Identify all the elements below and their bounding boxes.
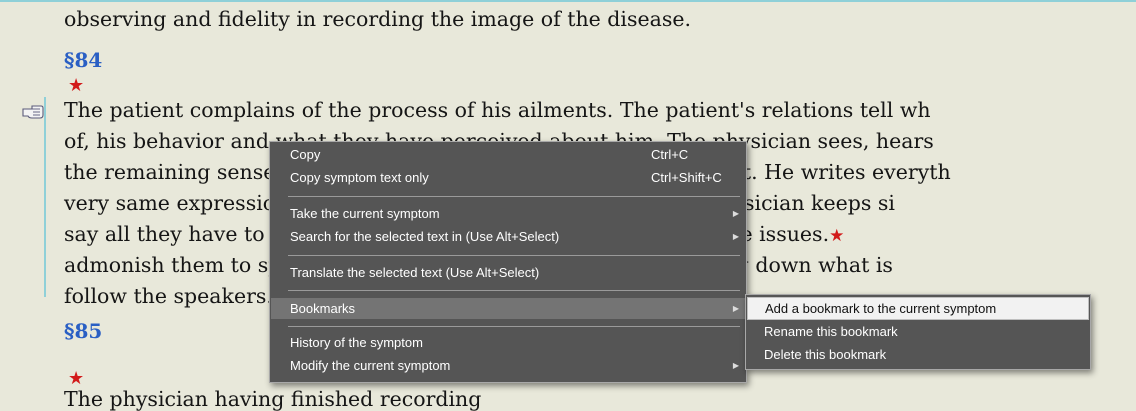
section-heading-85[interactable]: §85 — [64, 319, 102, 343]
text-line: observing and fidelity in recording the … — [64, 7, 692, 31]
menu-item-copy[interactable]: Copy Ctrl+C — [271, 144, 745, 165]
top-border — [0, 0, 1136, 2]
menu-item-take-current-symptom[interactable]: Take the current symptom ▶ — [271, 203, 745, 224]
text-line-partial: The physician having finished recording — [64, 387, 482, 411]
star-icon[interactable]: ★ — [829, 226, 844, 246]
menu-item-label: History of the symptom — [290, 335, 423, 350]
menu-separator — [288, 326, 740, 327]
menu-item-label: Search for the selected text in (Use Alt… — [290, 229, 560, 244]
submenu-arrow-icon: ▶ — [732, 209, 739, 218]
submenu-arrow-icon: ▶ — [732, 361, 739, 370]
submenu-item-label: Add a bookmark to the current symptom — [765, 301, 997, 316]
menu-item-label: Take the current symptom — [290, 206, 440, 221]
menu-item-label: Modify the current symptom — [290, 358, 451, 373]
menu-item-label: Copy — [290, 147, 321, 162]
text-line: follow the speakers. — [64, 284, 273, 308]
submenu-item-delete-bookmark[interactable]: Delete this bookmark — [747, 344, 1089, 365]
menu-item-label: Bookmarks — [290, 301, 356, 316]
submenu-item-label: Rename this bookmark — [764, 324, 898, 339]
submenu-item-add-bookmark[interactable]: Add a bookmark to the current symptom — [747, 297, 1089, 320]
shortcut-label: Ctrl+C — [651, 147, 689, 162]
star-icon[interactable]: ★ — [68, 370, 84, 388]
menu-item-modify-current-symptom[interactable]: Modify the current symptom ▶ — [271, 355, 745, 376]
star-icon[interactable]: ★ — [68, 77, 84, 95]
menu-separator — [288, 196, 740, 197]
shortcut-label: Ctrl+Shift+C — [651, 170, 722, 185]
menu-item-translate-selected-text[interactable]: Translate the selected text (Use Alt+Sel… — [271, 262, 745, 283]
menu-item-copy-symptom-text[interactable]: Copy symptom text only Ctrl+Shift+C — [271, 167, 745, 188]
text-line: The patient complains of the process of … — [64, 98, 931, 122]
menu-item-label: Translate the selected text (Use Alt+Sel… — [290, 265, 540, 280]
menu-item-bookmarks[interactable]: Bookmarks ▶ — [271, 298, 745, 319]
menu-item-search-selected-text[interactable]: Search for the selected text in (Use Alt… — [271, 226, 745, 247]
pointing-hand-icon[interactable] — [22, 103, 44, 121]
menu-separator — [288, 290, 740, 291]
submenu-item-rename-bookmark[interactable]: Rename this bookmark — [747, 321, 1089, 342]
bookmarks-submenu[interactable]: Add a bookmark to the current symptom Re… — [745, 294, 1091, 370]
symptom-marker-bar — [44, 97, 46, 297]
menu-item-label: Copy symptom text only — [290, 170, 429, 185]
submenu-arrow-icon: ▶ — [732, 304, 739, 313]
context-menu[interactable]: Copy Ctrl+C Copy symptom text only Ctrl+… — [269, 141, 747, 383]
submenu-arrow-icon: ▶ — [732, 232, 739, 241]
menu-separator — [288, 255, 740, 256]
section-heading-84[interactable]: §84 — [64, 48, 102, 72]
submenu-item-label: Delete this bookmark — [764, 347, 887, 362]
menu-item-history-of-symptom[interactable]: History of the symptom — [271, 332, 745, 353]
